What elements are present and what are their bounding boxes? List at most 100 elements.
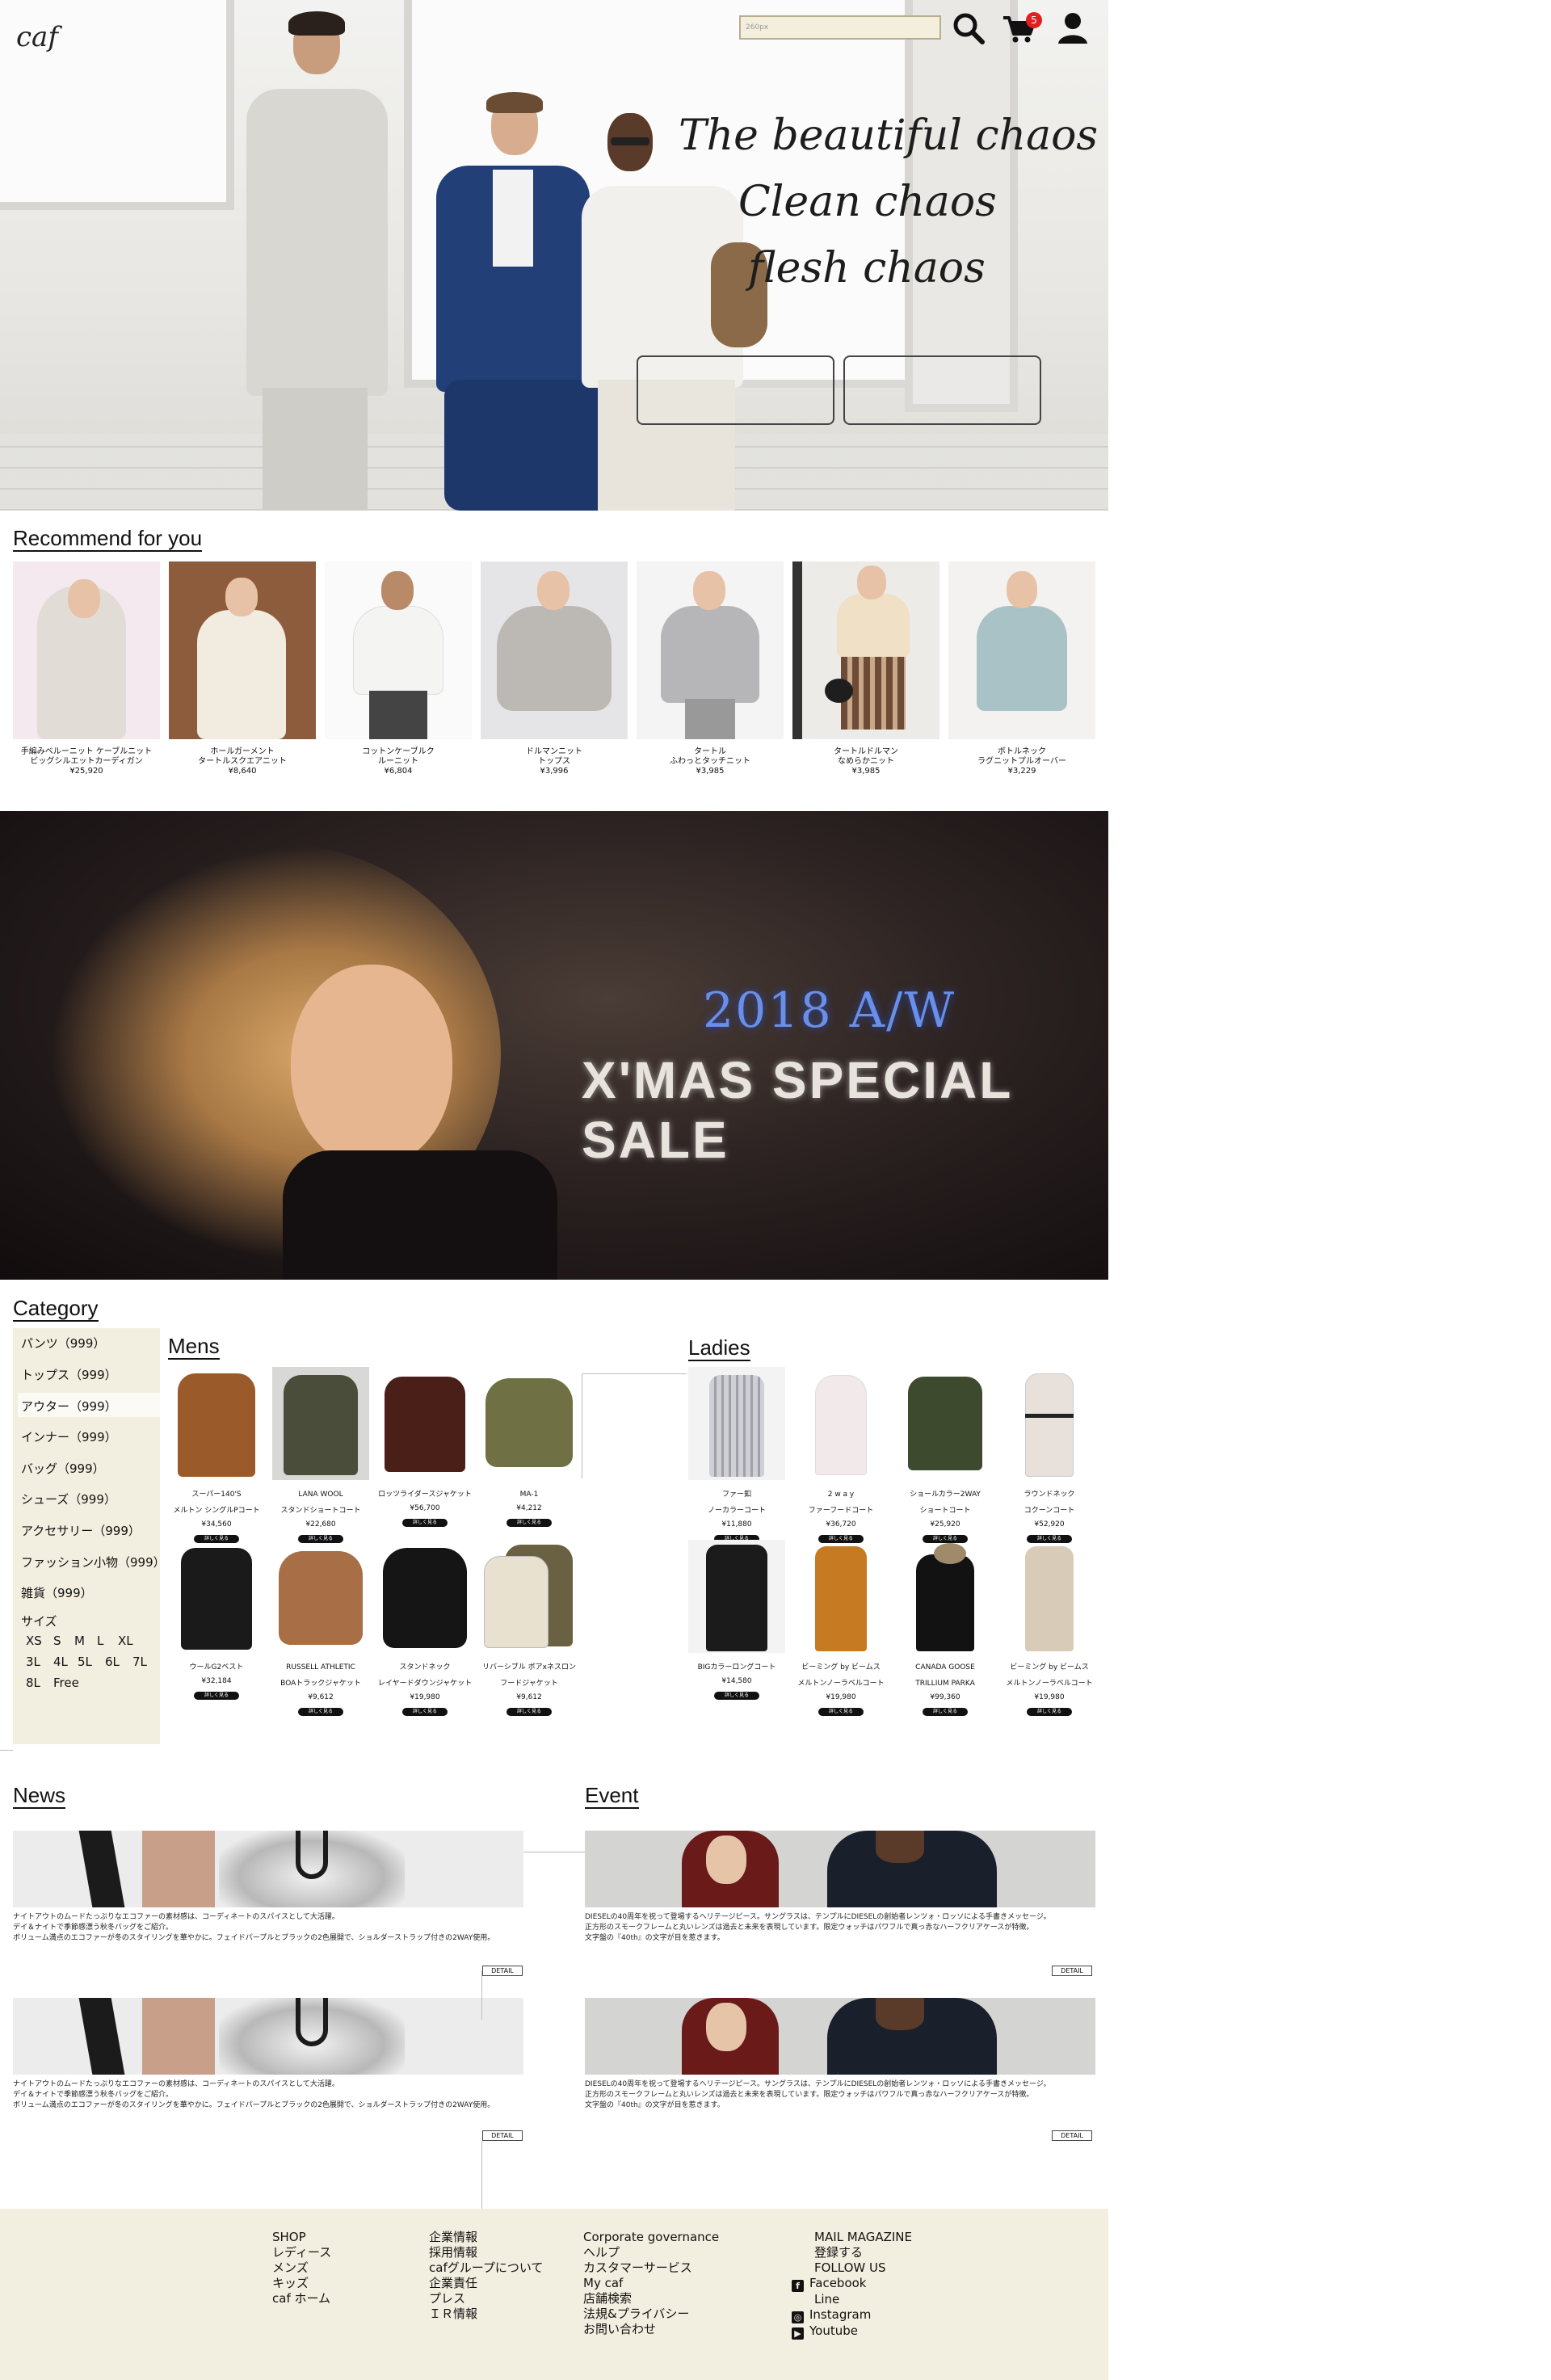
view-details-button[interactable]: 詳しく見る bbox=[506, 1519, 552, 1527]
view-details-button[interactable]: 詳しく見る bbox=[194, 1692, 239, 1700]
facebook-link[interactable]: f Facebook bbox=[792, 2276, 912, 2292]
search-icon[interactable] bbox=[952, 11, 986, 45]
product-image[interactable] bbox=[792, 1540, 889, 1653]
footer-link[interactable]: カスタマーサービス bbox=[583, 2260, 719, 2276]
category-item-bag[interactable]: バッグ（999） bbox=[21, 1460, 105, 1477]
ladies-product[interactable]: ビーミング by ビームス メルトンノーラベルコート ¥19,980 詳しく見る bbox=[1001, 1540, 1098, 1716]
footer-link[interactable]: メンズ bbox=[272, 2260, 331, 2276]
ladies-product[interactable]: CANADA GOOSE TRILLIUM PARKA ¥99,360 詳しく見… bbox=[897, 1540, 994, 1716]
product-image[interactable] bbox=[792, 561, 939, 739]
product-image[interactable] bbox=[272, 1540, 369, 1653]
product-image[interactable] bbox=[169, 561, 316, 739]
product-image[interactable] bbox=[1001, 1540, 1098, 1653]
line-link[interactable]: Line bbox=[814, 2292, 912, 2307]
product-image[interactable] bbox=[792, 1367, 889, 1480]
product-image[interactable] bbox=[481, 561, 628, 739]
view-details-button[interactable]: 詳しく見る bbox=[714, 1692, 759, 1700]
size-option[interactable]: XS bbox=[26, 1634, 42, 1648]
ladies-product[interactable]: ビーミング by ビームス メルトンノーラベルコート ¥19,980 詳しく見る bbox=[792, 1540, 889, 1716]
xmas-sale-banner[interactable]: 2018 A/W X'MAS SPECIAL SALE bbox=[0, 811, 1108, 1280]
size-option[interactable]: Free bbox=[53, 1676, 79, 1690]
category-item-zakka[interactable]: 雑貨（999） bbox=[21, 1584, 93, 1601]
product-image[interactable] bbox=[637, 561, 784, 739]
category-item-outer[interactable]: アウター（999） bbox=[18, 1393, 160, 1417]
footer-link[interactable]: プレス bbox=[429, 2291, 543, 2306]
size-option[interactable]: L bbox=[97, 1634, 103, 1648]
event-detail-button[interactable]: DETAIL bbox=[1052, 1966, 1092, 1976]
ladies-product[interactable]: BIGカラーロングコート ¥14,580 詳しく見る bbox=[688, 1540, 785, 1700]
product-image[interactable] bbox=[688, 1367, 785, 1480]
footer-link[interactable]: SHOP bbox=[272, 2230, 331, 2245]
recommend-item[interactable]: ホールガーメント タートルスクエアニット ¥8,640 bbox=[169, 561, 316, 776]
footer-link[interactable]: 採用情報 bbox=[429, 2245, 543, 2260]
view-details-button[interactable]: 詳しく見る bbox=[402, 1708, 448, 1716]
mail-register-link[interactable]: 登録する bbox=[814, 2245, 912, 2260]
event-detail-button[interactable]: DETAIL bbox=[1052, 2130, 1092, 2141]
mens-product[interactable]: スーパー140'S メルトン シングルPコート ¥34,560 詳しく見る bbox=[168, 1367, 265, 1543]
footer-link[interactable]: レディース bbox=[272, 2245, 331, 2260]
event-image[interactable] bbox=[585, 1998, 1095, 2075]
recommend-item[interactable]: コットンケーブルク ルーニット ¥6,804 bbox=[325, 561, 472, 776]
footer-link[interactable]: caf ホーム bbox=[272, 2291, 331, 2306]
brand-logo[interactable]: caf bbox=[16, 21, 58, 53]
mens-product[interactable]: スタンドネック レイヤードダウンジャケット ¥19,980 詳しく見る bbox=[376, 1540, 473, 1716]
size-option[interactable]: 5L bbox=[78, 1655, 92, 1669]
recommend-item[interactable]: タートルドルマン なめらかニット ¥3,985 bbox=[792, 561, 939, 776]
product-image[interactable] bbox=[481, 1367, 578, 1480]
footer-link[interactable]: キッズ bbox=[272, 2276, 331, 2291]
view-details-button[interactable]: 詳しく見る bbox=[402, 1519, 448, 1527]
category-item-shoes[interactable]: シューズ（999） bbox=[21, 1491, 116, 1507]
footer-link[interactable]: 法規&プライバシー bbox=[583, 2306, 719, 2322]
footer-link[interactable]: お問い合わせ bbox=[583, 2322, 719, 2337]
event-image[interactable] bbox=[585, 1831, 1095, 1907]
size-option[interactable]: 6L bbox=[105, 1655, 120, 1669]
size-option[interactable]: 3L bbox=[26, 1655, 40, 1669]
footer-link[interactable]: Corporate governance bbox=[583, 2230, 719, 2245]
size-option[interactable]: 4L bbox=[53, 1655, 68, 1669]
instagram-link[interactable]: ◎ Instagram bbox=[792, 2307, 912, 2323]
footer-link[interactable]: ＩＲ情報 bbox=[429, 2306, 543, 2322]
footer-link[interactable]: 企業情報 bbox=[429, 2230, 543, 2245]
size-option[interactable]: XL bbox=[118, 1634, 133, 1648]
view-details-button[interactable]: 詳しく見る bbox=[506, 1708, 552, 1716]
product-image[interactable] bbox=[376, 1367, 473, 1480]
hero-button-left[interactable] bbox=[637, 355, 834, 425]
product-image[interactable] bbox=[897, 1540, 994, 1653]
product-image[interactable] bbox=[325, 561, 472, 739]
search-input[interactable]: 260px bbox=[739, 15, 941, 40]
footer-link[interactable]: 企業責任 bbox=[429, 2276, 543, 2291]
category-item-fashion-goods[interactable]: ファッション小物（999） bbox=[21, 1554, 166, 1571]
recommend-item[interactable]: タートル ふわっとタッチニット ¥3,985 bbox=[637, 561, 784, 776]
view-details-button[interactable]: 詳しく見る bbox=[1027, 1708, 1072, 1716]
mens-product[interactable]: RUSSELL ATHLETIC BOAトラックジャケット ¥9,612 詳しく… bbox=[272, 1540, 369, 1716]
product-image[interactable] bbox=[948, 561, 1095, 739]
category-item-inner[interactable]: インナー（999） bbox=[21, 1428, 117, 1445]
product-image[interactable] bbox=[168, 1540, 265, 1653]
hero-button-right[interactable] bbox=[843, 355, 1041, 425]
news-detail-button[interactable]: DETAIL bbox=[482, 1966, 523, 1976]
view-details-button[interactable]: 詳しく見る bbox=[818, 1708, 864, 1716]
ladies-product[interactable]: 2 w a y ファーフードコート ¥36,720 詳しく見る bbox=[792, 1367, 889, 1543]
ladies-product[interactable]: ショールカラー2WAY ショートコート ¥25,920 詳しく見る bbox=[897, 1367, 994, 1543]
size-option[interactable]: M bbox=[74, 1634, 85, 1648]
product-image[interactable] bbox=[897, 1367, 994, 1480]
product-image[interactable] bbox=[272, 1367, 369, 1480]
product-image[interactable] bbox=[481, 1540, 578, 1653]
news-detail-button[interactable]: DETAIL bbox=[482, 2130, 523, 2141]
size-option[interactable]: 7L bbox=[132, 1655, 147, 1669]
recommend-item[interactable]: ドルマンニット トップス ¥3,996 bbox=[481, 561, 628, 776]
user-icon[interactable] bbox=[1056, 11, 1090, 45]
product-image[interactable] bbox=[688, 1540, 785, 1653]
size-option[interactable]: S bbox=[53, 1634, 61, 1648]
footer-link[interactable]: My caf bbox=[583, 2276, 719, 2291]
mens-product[interactable]: ウールG2ベスト ¥32,184 詳しく見る bbox=[168, 1540, 265, 1700]
view-details-button[interactable]: 詳しく見る bbox=[298, 1708, 343, 1716]
footer-link[interactable]: 店舗検索 bbox=[583, 2291, 719, 2306]
product-image[interactable] bbox=[1001, 1367, 1098, 1480]
ladies-product[interactable]: ラウンドネック コクーンコート ¥52,920 詳しく見る bbox=[1001, 1367, 1098, 1543]
category-item-accessory[interactable]: アクセサリー（999） bbox=[21, 1522, 141, 1539]
recommend-item[interactable]: 手編みベルーニット ケーブルニット ビッグシルエットカーディガン ¥25,920 bbox=[13, 561, 160, 776]
category-item-pants[interactable]: パンツ（999） bbox=[21, 1335, 105, 1352]
recommend-item[interactable]: ボトルネック ラグニットプルオーバー ¥3,229 bbox=[948, 561, 1095, 776]
size-option[interactable]: 8L bbox=[26, 1676, 40, 1690]
